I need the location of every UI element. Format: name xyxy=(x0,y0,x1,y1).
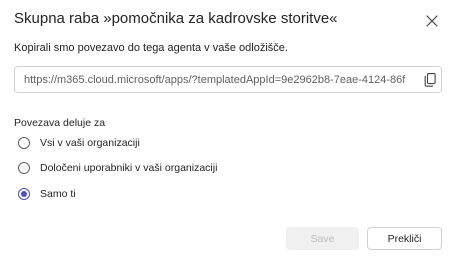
save-button[interactable]: Save xyxy=(286,227,359,250)
copy-icon xyxy=(424,72,436,87)
radio-label: Vsi v vaši organizaciji xyxy=(40,137,140,149)
dialog-title: Skupna raba »pomočnika za kadrovske stor… xyxy=(14,10,338,27)
radio-button-selected[interactable] xyxy=(18,188,30,200)
access-label: Povezava deluje za xyxy=(14,117,106,129)
radio-label: Določeni uporabniki v vaši organizaciji xyxy=(40,162,218,174)
radio-button[interactable] xyxy=(18,137,30,149)
share-dialog: Skupna raba »pomočnika za kadrovske stor… xyxy=(0,0,456,261)
radio-button[interactable] xyxy=(18,162,30,174)
link-input[interactable] xyxy=(15,67,419,92)
copy-button[interactable] xyxy=(419,67,441,92)
radio-label: Samo ti xyxy=(40,188,76,200)
link-field xyxy=(14,66,442,93)
cancel-button[interactable]: Prekliči xyxy=(367,227,442,250)
radio-dot xyxy=(21,191,27,197)
copied-message: Kopirali smo povezavo do tega agenta v v… xyxy=(14,42,288,54)
close-button[interactable] xyxy=(420,9,444,33)
radio-option-specific-users[interactable]: Določeni uporabniki v vaši organizaciji xyxy=(18,159,217,177)
radio-option-organization[interactable]: Vsi v vaši organizaciji xyxy=(18,134,140,152)
radio-option-only-you[interactable]: Samo ti xyxy=(18,185,76,203)
close-icon xyxy=(426,15,438,27)
